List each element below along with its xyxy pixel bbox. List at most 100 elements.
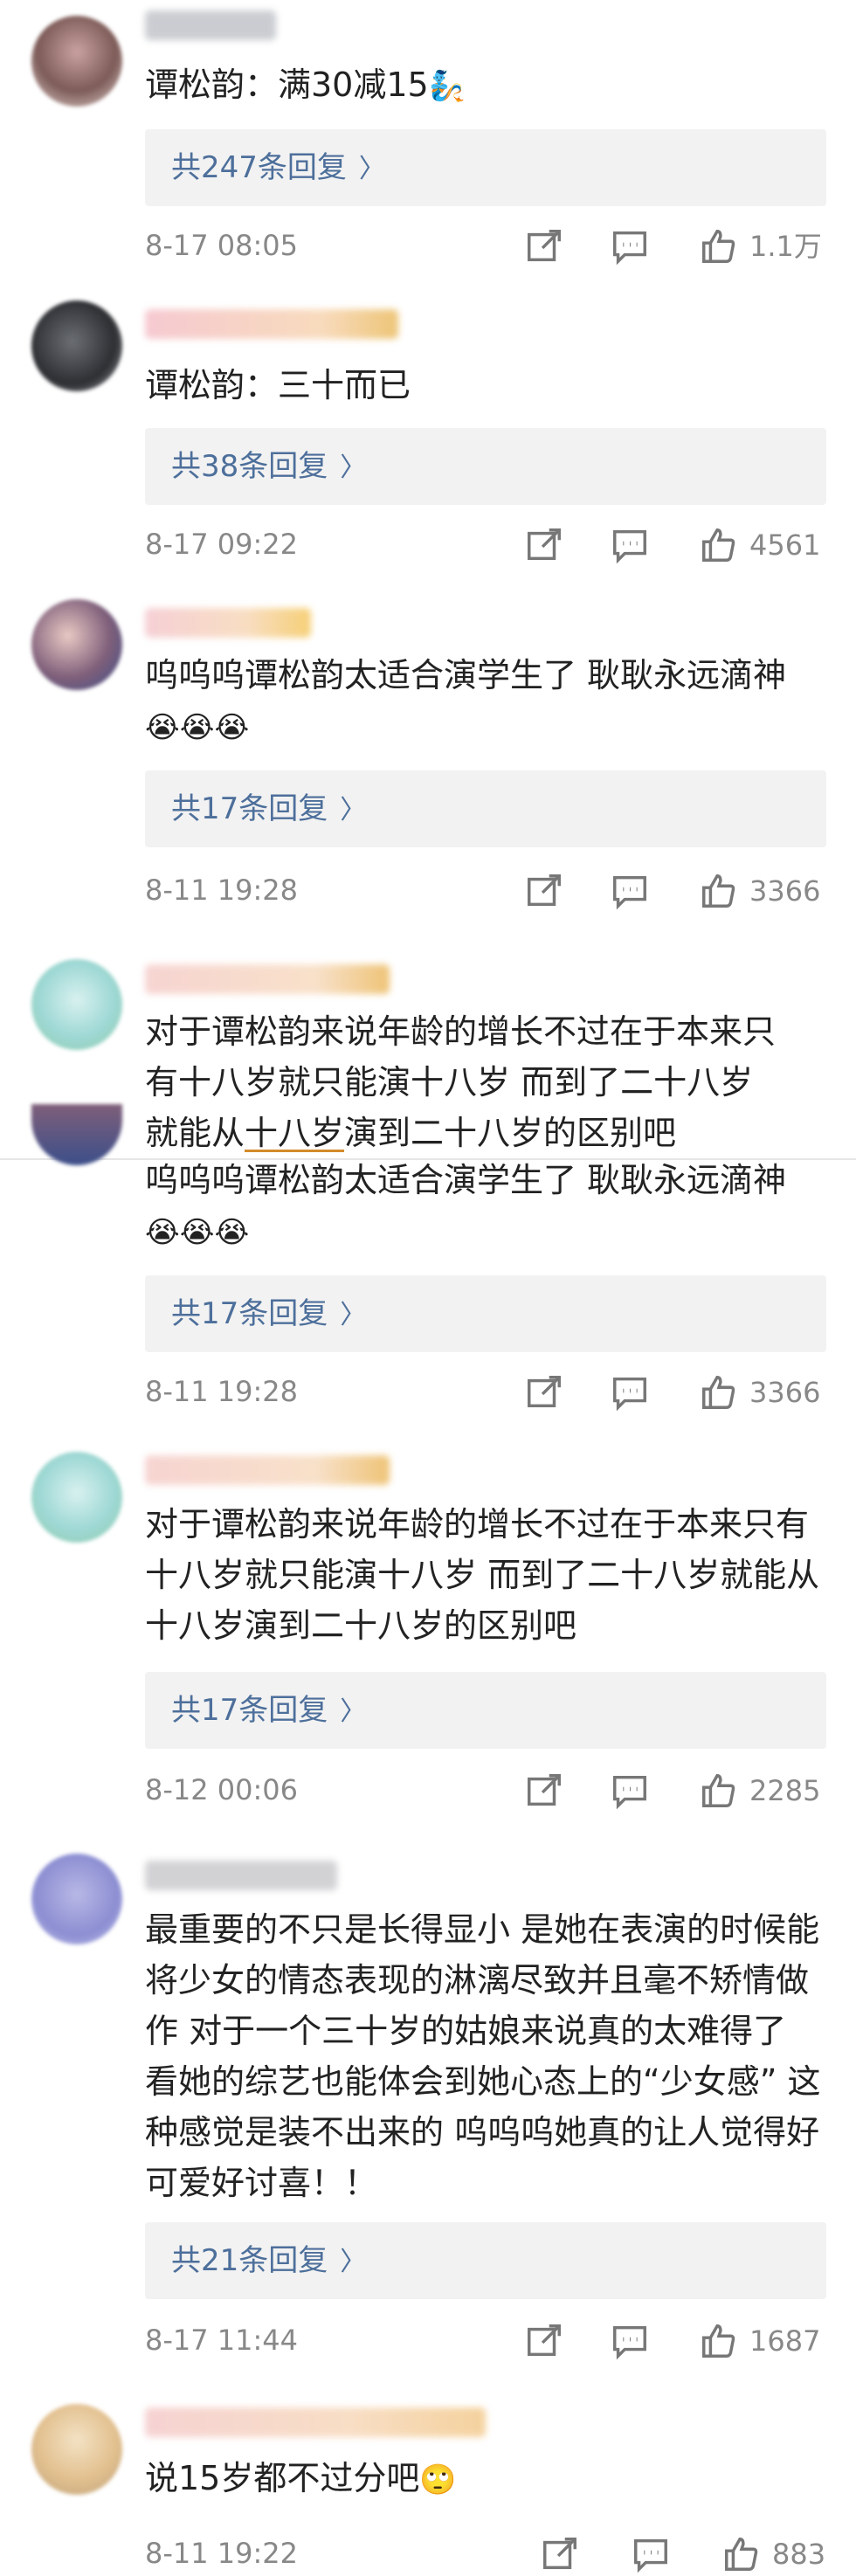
like-count: 1.1万: [749, 229, 822, 263]
username[interactable]: [145, 2407, 486, 2437]
like-button[interactable]: 1687: [699, 2318, 820, 2362]
avatar[interactable]: [31, 300, 122, 391]
comment-footer: 8-12 00:06 2285: [145, 1768, 830, 1812]
comment-icon: [634, 2538, 667, 2573]
timestamp: 8-17 09:22: [145, 528, 299, 561]
like-count: 1687: [749, 2324, 821, 2358]
share-icon: [528, 1773, 561, 1806]
like-button[interactable]: 1.1万: [699, 224, 822, 267]
crying-emoji-icon: 😭😭😭: [145, 710, 250, 745]
comment-button[interactable]: [610, 868, 650, 912]
chevron-right-icon: 〉: [358, 154, 385, 184]
comment-button[interactable]: [610, 2318, 650, 2362]
replies-link[interactable]: 共17条回复〉: [145, 1275, 826, 1352]
chevron-right-icon: 〉: [340, 795, 367, 825]
username[interactable]: [145, 964, 390, 994]
comment-footer: 8-17 09:22 4561: [145, 522, 830, 566]
comment-text: 说15岁都不过分吧🙄: [145, 2453, 830, 2505]
share-icon: [528, 528, 561, 560]
comment-footer: 8-11 19:22 883: [145, 2531, 830, 2575]
username[interactable]: [145, 1455, 390, 1485]
chevron-right-icon: 〉: [340, 1300, 367, 1330]
comment-text: 对于谭松韵来说年龄的增长不过在于本来只有十八岁就只能演十八岁 而到了二十八岁就能…: [145, 1505, 820, 1645]
like-button[interactable]: 4561: [699, 522, 820, 566]
replies-link[interactable]: 共38条回复〉: [145, 428, 826, 505]
replies-link[interactable]: 共17条回复〉: [145, 1672, 826, 1749]
avatar[interactable]: [31, 1854, 122, 1944]
avatar[interactable]: [31, 1452, 122, 1543]
avatar[interactable]: [31, 2404, 122, 2495]
timestamp: 8-17 11:44: [145, 2324, 299, 2357]
genie-emoji-icon: 🧞: [428, 69, 466, 104]
username[interactable]: [145, 309, 398, 339]
replies-link[interactable]: 共17条回复〉: [145, 770, 826, 847]
like-count: 4561: [749, 528, 821, 562]
share-icon: [528, 2324, 561, 2356]
comment-text: 对于谭松韵来说年龄的增长不过在于本来只有十八岁就只能演十八岁 而到了二十八岁就能…: [145, 1012, 777, 1152]
like-button[interactable]: 3366: [699, 868, 820, 912]
comment-footer: 8-11 19:28 3366: [145, 1370, 830, 1413]
like-button[interactable]: 883: [721, 2531, 825, 2575]
comment-footer: 8-11 19:28 3366: [145, 868, 830, 912]
like-count: 883: [772, 2537, 826, 2571]
comment-text: 呜呜呜谭松韵太适合演学生了 耿耿永远滴神😭😭😭: [145, 1155, 830, 1258]
like-button[interactable]: 3366: [699, 1370, 820, 1413]
eye-roll-emoji-icon: 🙄: [419, 2462, 457, 2497]
timestamp: 8-11 19:28: [145, 1375, 299, 1408]
like-button[interactable]: 2285: [699, 1768, 820, 1812]
comment-icon: [613, 1377, 646, 1411]
username[interactable]: [145, 1861, 337, 1890]
timestamp: 8-11 19:22: [145, 2537, 299, 2570]
crying-emoji-icon: 😭😭😭: [145, 1215, 250, 1250]
comment-footer: 8-17 08:05 1.1万: [145, 224, 830, 267]
share-button[interactable]: [524, 522, 564, 566]
thumbs-up-icon: [702, 229, 735, 263]
chevron-right-icon: 〉: [340, 1696, 367, 1727]
avatar[interactable]: [31, 959, 122, 1050]
thumbs-up-icon: [725, 2537, 758, 2571]
comment-button[interactable]: [610, 224, 650, 267]
share-icon: [528, 874, 561, 906]
share-icon: [528, 1375, 561, 1407]
comment-icon: [613, 529, 646, 563]
username[interactable]: [145, 608, 311, 638]
comment-text: 谭松韵：三十而已: [145, 366, 411, 404]
thumbs-up-icon: [702, 1773, 735, 1807]
chevron-right-icon: 〉: [340, 2247, 367, 2277]
share-icon: [528, 229, 561, 261]
share-button[interactable]: [524, 2318, 564, 2362]
like-count: 3366: [749, 1375, 821, 1409]
comment-icon: [613, 2325, 646, 2359]
like-count: 2285: [749, 1773, 821, 1807]
avatar[interactable]: [31, 599, 122, 690]
share-button[interactable]: [524, 868, 564, 912]
username[interactable]: [145, 10, 276, 40]
replies-link[interactable]: 共21条回复〉: [145, 2222, 826, 2299]
like-count: 3366: [749, 874, 821, 908]
thumbs-up-icon: [702, 2324, 735, 2358]
chevron-right-icon: 〉: [340, 452, 367, 483]
share-button[interactable]: [524, 224, 564, 267]
thumbs-up-icon: [702, 528, 735, 562]
avatar[interactable]: [31, 16, 122, 107]
comment-icon: [613, 1775, 646, 1809]
thumbs-up-icon: [702, 1375, 735, 1409]
timestamp: 8-11 19:28: [145, 874, 299, 907]
avatar[interactable]: [31, 1104, 122, 1165]
comment-button[interactable]: [631, 2531, 671, 2575]
comment-icon: [613, 231, 646, 265]
timestamp: 8-12 00:06: [145, 1773, 299, 1806]
timestamp: 8-17 08:05: [145, 229, 299, 262]
comment-icon: [613, 875, 646, 909]
comment-button[interactable]: [610, 1768, 650, 1812]
comment-button[interactable]: [610, 1370, 650, 1413]
comment-button[interactable]: [610, 522, 650, 566]
share-icon: [543, 2537, 576, 2569]
share-button[interactable]: [524, 1370, 564, 1413]
share-button[interactable]: [524, 1768, 564, 1812]
replies-link[interactable]: 共247条回复〉: [145, 129, 826, 206]
share-button[interactable]: [540, 2531, 580, 2575]
comment-text: 最重要的不只是长得显小 是她在表演的时候能将少女的情态表现的淋漓尽致并且毫不矫情…: [145, 1910, 821, 2202]
thumbs-up-icon: [702, 874, 735, 908]
comment-footer: 8-17 11:44 1687: [145, 2318, 830, 2362]
